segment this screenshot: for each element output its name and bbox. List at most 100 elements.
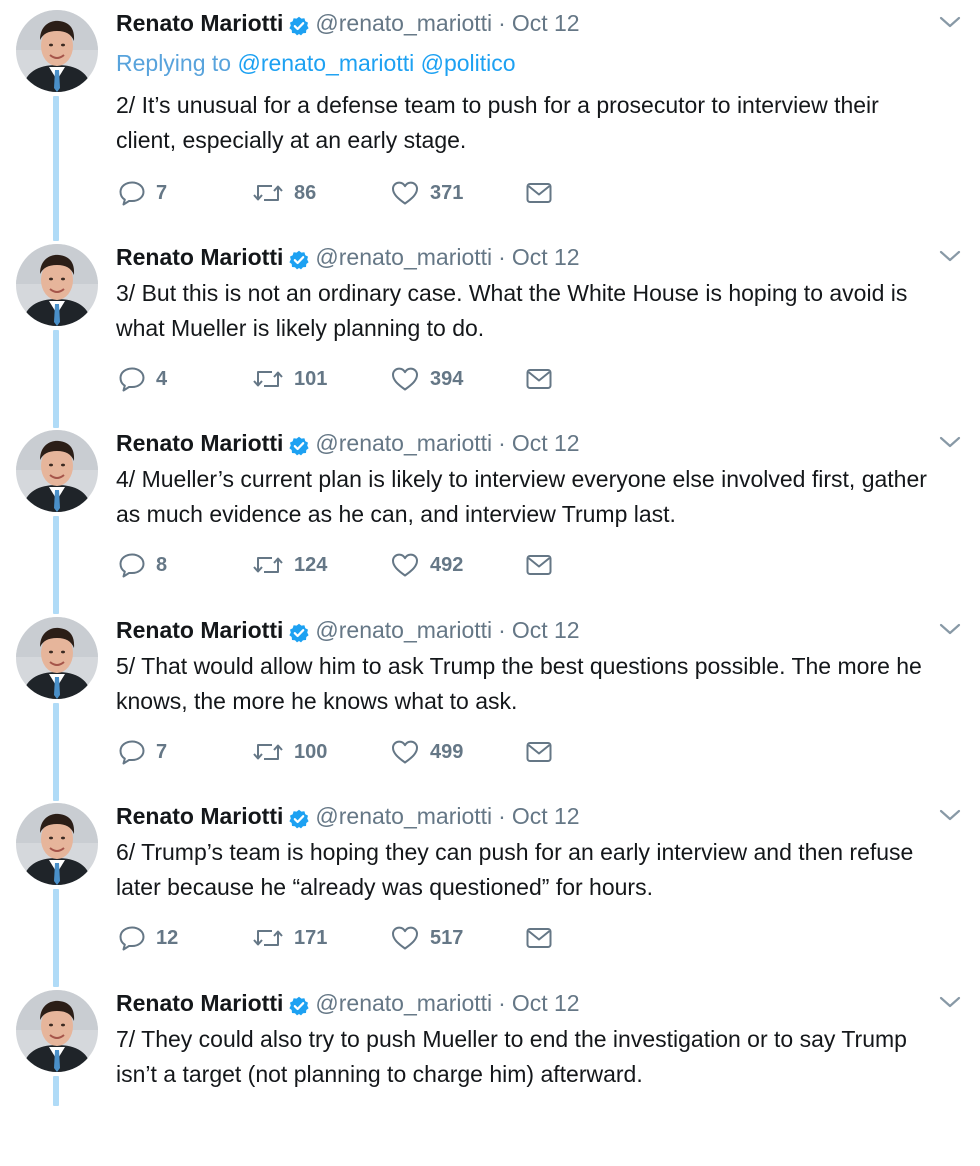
reply-count: 7: [156, 740, 168, 763]
avatar[interactable]: [16, 617, 98, 699]
direct-message-button[interactable]: [525, 553, 553, 577]
chevron-down-icon[interactable]: [938, 807, 962, 823]
reply-count: 7: [156, 181, 168, 204]
tweet-date[interactable]: Oct 12: [512, 801, 580, 831]
replying-to-label: Replying to: [116, 50, 232, 76]
reply-icon: [118, 739, 146, 765]
avatar[interactable]: [16, 10, 98, 92]
reply-button[interactable]: 7: [118, 739, 252, 765]
like-button[interactable]: 394: [390, 366, 525, 392]
tweet-date[interactable]: Oct 12: [512, 615, 580, 645]
direct-message-button[interactable]: [525, 740, 553, 764]
tweet-text-line: as much evidence as he can, and intervie…: [116, 501, 676, 527]
tweet[interactable]: Renato Mariotti @renato_mariotti · Oct 1…: [0, 234, 980, 420]
tweet[interactable]: Renato Mariotti @renato_mariotti · Oct 1…: [0, 793, 980, 979]
author-handle[interactable]: @renato_mariotti: [315, 988, 492, 1018]
tweet-actions: 7 86 371: [118, 178, 553, 208]
retweet-count: 86: [294, 181, 317, 204]
chevron-down-icon[interactable]: [938, 621, 962, 637]
like-count: 371: [430, 181, 464, 204]
replying-to-mentions[interactable]: @renato_mariotti @politico: [237, 50, 515, 76]
retweet-button[interactable]: 101: [252, 367, 390, 391]
direct-message-button[interactable]: [525, 181, 553, 205]
avatar[interactable]: [16, 803, 98, 885]
reply-icon: [118, 366, 146, 392]
like-button[interactable]: 517: [390, 925, 525, 951]
retweet-count: 100: [294, 740, 328, 763]
author-handle[interactable]: @renato_mariotti: [315, 8, 492, 38]
retweet-icon: [252, 740, 284, 764]
heart-icon: [390, 925, 420, 951]
like-button[interactable]: 371: [390, 180, 525, 206]
header-separator: ·: [498, 803, 506, 829]
author-handle[interactable]: @renato_mariotti: [315, 242, 492, 272]
tweet-date[interactable]: Oct 12: [512, 428, 580, 458]
verified-badge-icon: [289, 806, 309, 829]
retweet-count: 171: [294, 926, 328, 949]
tweet[interactable]: Renato Mariotti @renato_mariotti · Oct 1…: [0, 0, 980, 206]
tweet-text: 6/ Trump’s team is hoping they can push …: [116, 835, 966, 905]
tweet-header: Renato Mariotti @renato_mariotti · Oct 1…: [116, 8, 580, 38]
envelope-icon: [525, 181, 553, 205]
tweet[interactable]: Renato Mariotti @renato_mariotti · Oct 1…: [0, 980, 980, 1166]
reply-button[interactable]: 8: [118, 552, 252, 578]
retweet-count: 124: [294, 553, 328, 576]
avatar[interactable]: [16, 244, 98, 326]
verified-badge-icon: [289, 993, 309, 1016]
chevron-down-icon[interactable]: [938, 248, 962, 264]
retweet-icon: [252, 926, 284, 950]
retweet-icon: [252, 181, 284, 205]
verified-badge-icon: [289, 13, 309, 36]
chevron-down-icon[interactable]: [938, 994, 962, 1010]
verified-badge-icon: [289, 620, 309, 643]
author-name[interactable]: Renato Mariotti: [116, 615, 283, 645]
retweet-count: 101: [294, 367, 328, 390]
tweet-header: Renato Mariotti @renato_mariotti · Oct 1…: [116, 242, 580, 272]
heart-icon: [390, 180, 420, 206]
heart-icon: [390, 366, 420, 392]
tweet-header: Renato Mariotti @renato_mariotti · Oct 1…: [116, 988, 580, 1018]
tweet-text: 3/ But this is not an ordinary case. Wha…: [116, 276, 966, 346]
tweet[interactable]: Renato Mariotti @renato_mariotti · Oct 1…: [0, 420, 980, 606]
reply-icon: [118, 552, 146, 578]
reply-button[interactable]: 4: [118, 366, 252, 392]
avatar[interactable]: [16, 990, 98, 1072]
author-handle[interactable]: @renato_mariotti: [315, 615, 492, 645]
tweet-text-line: 3/ But this is not an ordinary case. Wha…: [116, 280, 908, 306]
direct-message-button[interactable]: [525, 367, 553, 391]
like-button[interactable]: 499: [390, 739, 525, 765]
tweet-header: Renato Mariotti @renato_mariotti · Oct 1…: [116, 428, 580, 458]
direct-message-button[interactable]: [525, 926, 553, 950]
tweet[interactable]: Renato Mariotti @renato_mariotti · Oct 1…: [0, 607, 980, 793]
author-handle[interactable]: @renato_mariotti: [315, 801, 492, 831]
tweet-text-line: knows, the more he knows what to ask.: [116, 688, 518, 714]
tweet-text-line: later because he “already was questioned…: [116, 874, 653, 900]
retweet-button[interactable]: 124: [252, 553, 390, 577]
reply-button[interactable]: 7: [118, 180, 252, 206]
tweet-actions: 7 100 499: [118, 737, 553, 767]
reply-count: 8: [156, 553, 168, 576]
tweet-date[interactable]: Oct 12: [512, 242, 580, 272]
author-name[interactable]: Renato Mariotti: [116, 242, 283, 272]
retweet-button[interactable]: 100: [252, 740, 390, 764]
chevron-down-icon[interactable]: [938, 14, 962, 30]
heart-icon: [390, 739, 420, 765]
tweet-date[interactable]: Oct 12: [512, 988, 580, 1018]
author-handle[interactable]: @renato_mariotti: [315, 428, 492, 458]
chevron-down-icon[interactable]: [938, 434, 962, 450]
retweet-button[interactable]: 86: [252, 181, 390, 205]
tweet-text-line: client, especially at an early stage.: [116, 127, 467, 153]
tweet-header: Renato Mariotti @renato_mariotti · Oct 1…: [116, 801, 580, 831]
retweet-icon: [252, 553, 284, 577]
author-name[interactable]: Renato Mariotti: [116, 801, 283, 831]
like-button[interactable]: 492: [390, 552, 525, 578]
author-name[interactable]: Renato Mariotti: [116, 8, 283, 38]
author-name[interactable]: Renato Mariotti: [116, 988, 283, 1018]
reply-button[interactable]: 12: [118, 925, 252, 951]
header-separator: ·: [498, 244, 506, 270]
avatar[interactable]: [16, 430, 98, 512]
tweet-date[interactable]: Oct 12: [512, 8, 580, 38]
retweet-button[interactable]: 171: [252, 926, 390, 950]
author-name[interactable]: Renato Mariotti: [116, 428, 283, 458]
like-count: 492: [430, 553, 464, 576]
